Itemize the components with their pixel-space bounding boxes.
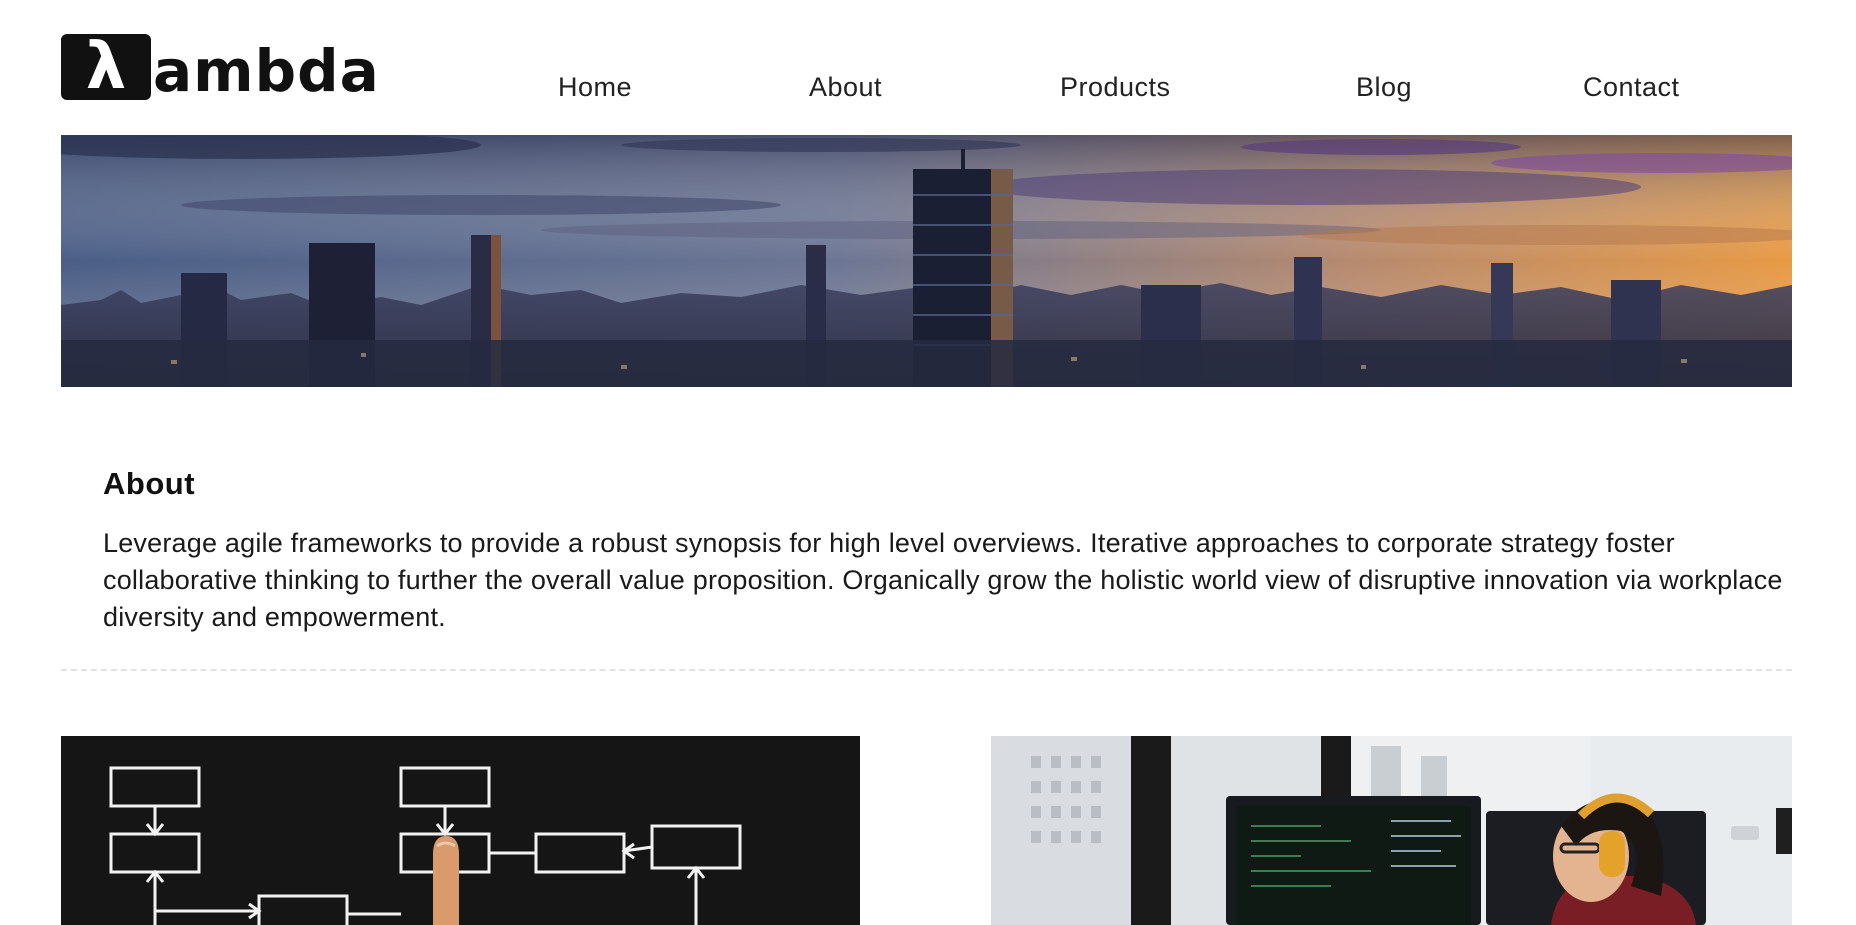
skyline-illustration — [61, 135, 1792, 387]
developer-illustration — [991, 736, 1792, 925]
site-header: λ ambda Home About Products Blog Contact — [0, 0, 1856, 135]
logo[interactable]: λ ambda — [61, 32, 380, 100]
logo-text: ambda — [153, 37, 380, 105]
nav-products[interactable]: Products — [1060, 72, 1171, 103]
section-divider — [61, 669, 1792, 671]
nav-about[interactable]: About — [809, 72, 882, 103]
developer-image — [991, 736, 1792, 925]
hero-skyline-image — [61, 135, 1792, 387]
about-paragraph: Leverage agile frameworks to provide a r… — [103, 528, 1783, 632]
lambda-logo-icon: λ — [61, 34, 151, 100]
nav-contact[interactable]: Contact — [1583, 72, 1680, 103]
about-heading: About — [103, 466, 196, 501]
flowchart-illustration — [109, 766, 742, 925]
nav-blog[interactable]: Blog — [1356, 72, 1412, 103]
flowchart-image — [61, 736, 860, 925]
page: λ ambda Home About Products Blog Contact — [0, 0, 1856, 925]
nav-home[interactable]: Home — [558, 72, 632, 103]
